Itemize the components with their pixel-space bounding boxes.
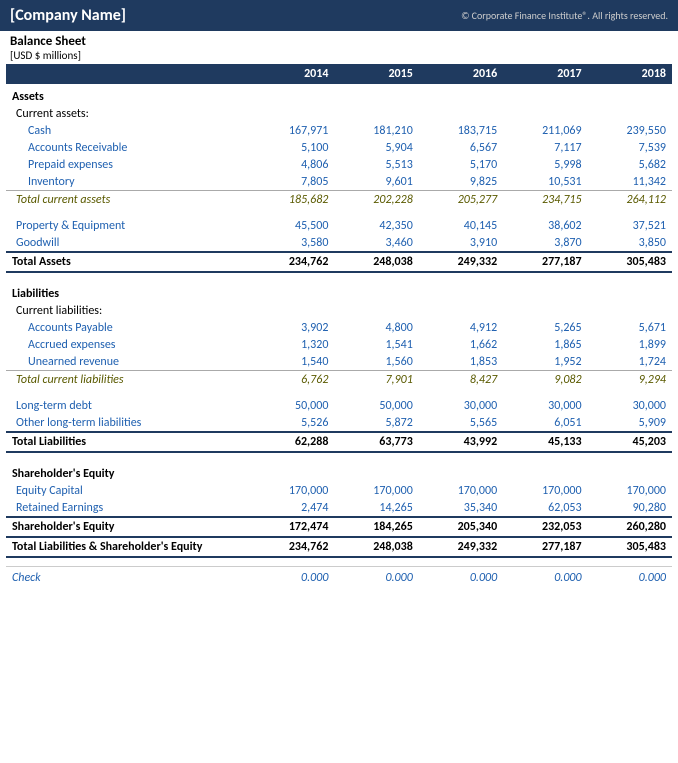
equity-capital-row: Equity Capital 170,000 170,000 170,000 1… bbox=[6, 482, 672, 499]
accounts-payable-row: Accounts Payable 3,902 4,800 4,912 5,265… bbox=[6, 319, 672, 336]
year-2015: 2015 bbox=[334, 64, 418, 84]
inventory-row: Inventory 7,805 9,601 9,825 10,531 11,34… bbox=[6, 173, 672, 191]
year-2014: 2014 bbox=[250, 64, 334, 84]
total-assets-row: Total Assets 234,762 248,038 249,332 277… bbox=[6, 252, 672, 272]
year-2017: 2017 bbox=[503, 64, 587, 84]
assets-header: Assets bbox=[6, 84, 672, 105]
total-liabilities-row: Total Liabilities 62,288 63,773 43,992 4… bbox=[6, 432, 672, 452]
header: [Company Name] © Corporate Finance Insti… bbox=[0, 0, 678, 31]
total-equity-row: Shareholder's Equity 172,474 184,265 205… bbox=[6, 517, 672, 537]
label-col-header bbox=[6, 64, 250, 84]
total-liab-equity-row: Total Liabilities & Shareholder's Equity… bbox=[6, 537, 672, 557]
liabilities-header: Liabilities bbox=[6, 281, 672, 302]
goodwill-row: Goodwill 3,580 3,460 3,910 3,870 3,850 bbox=[6, 234, 672, 252]
check-row: Check 0.000 0.000 0.000 0.000 0.000 bbox=[6, 567, 672, 587]
subheader: Balance Sheet [USD $ millions] bbox=[0, 31, 678, 64]
unearned-revenue-row: Unearned revenue 1,540 1,560 1,853 1,952… bbox=[6, 353, 672, 371]
total-current-assets-row: Total current assets 185,682 202,228 205… bbox=[6, 191, 672, 210]
spacer5 bbox=[6, 557, 672, 567]
accrued-expenses-row: Accrued expenses 1,320 1,541 1,662 1,865… bbox=[6, 336, 672, 353]
retained-earnings-row: Retained Earnings 2,474 14,265 35,340 62… bbox=[6, 499, 672, 517]
year-2018: 2018 bbox=[588, 64, 672, 84]
longterm-debt-row: Long-term debt 50,000 50,000 30,000 30,0… bbox=[6, 397, 672, 414]
unit-label: [USD $ millions] bbox=[10, 49, 668, 62]
spacer3 bbox=[6, 389, 672, 397]
spacer1 bbox=[6, 209, 672, 217]
company-name: [Company Name] bbox=[10, 6, 126, 25]
spacer2 bbox=[6, 272, 672, 281]
year-header-row: 2014 2015 2016 2017 2018 bbox=[6, 64, 672, 84]
equity-header: Shareholder's Equity bbox=[6, 461, 672, 482]
balance-sheet-title: Balance Sheet bbox=[10, 34, 668, 49]
property-equipment-row: Property & Equipment 45,500 42,350 40,14… bbox=[6, 217, 672, 234]
current-assets-label-row: Current assets: bbox=[6, 105, 672, 122]
total-current-liabilities-row: Total current liabilities 6,762 7,901 8,… bbox=[6, 371, 672, 390]
current-liabilities-label-row: Current liabilities: bbox=[6, 302, 672, 319]
copyright: © Corporate Finance Institute®. All righ… bbox=[461, 9, 668, 22]
accounts-receivable-row: Accounts Receivable 5,100 5,904 6,567 7,… bbox=[6, 139, 672, 156]
spacer4 bbox=[6, 452, 672, 461]
cash-row: Cash 167,971 181,210 183,715 211,069 239… bbox=[6, 122, 672, 139]
prepaid-expenses-row: Prepaid expenses 4,806 5,513 5,170 5,998… bbox=[6, 156, 672, 173]
year-2016: 2016 bbox=[419, 64, 503, 84]
other-longterm-liab-row: Other long-term liabilities 5,526 5,872 … bbox=[6, 414, 672, 432]
